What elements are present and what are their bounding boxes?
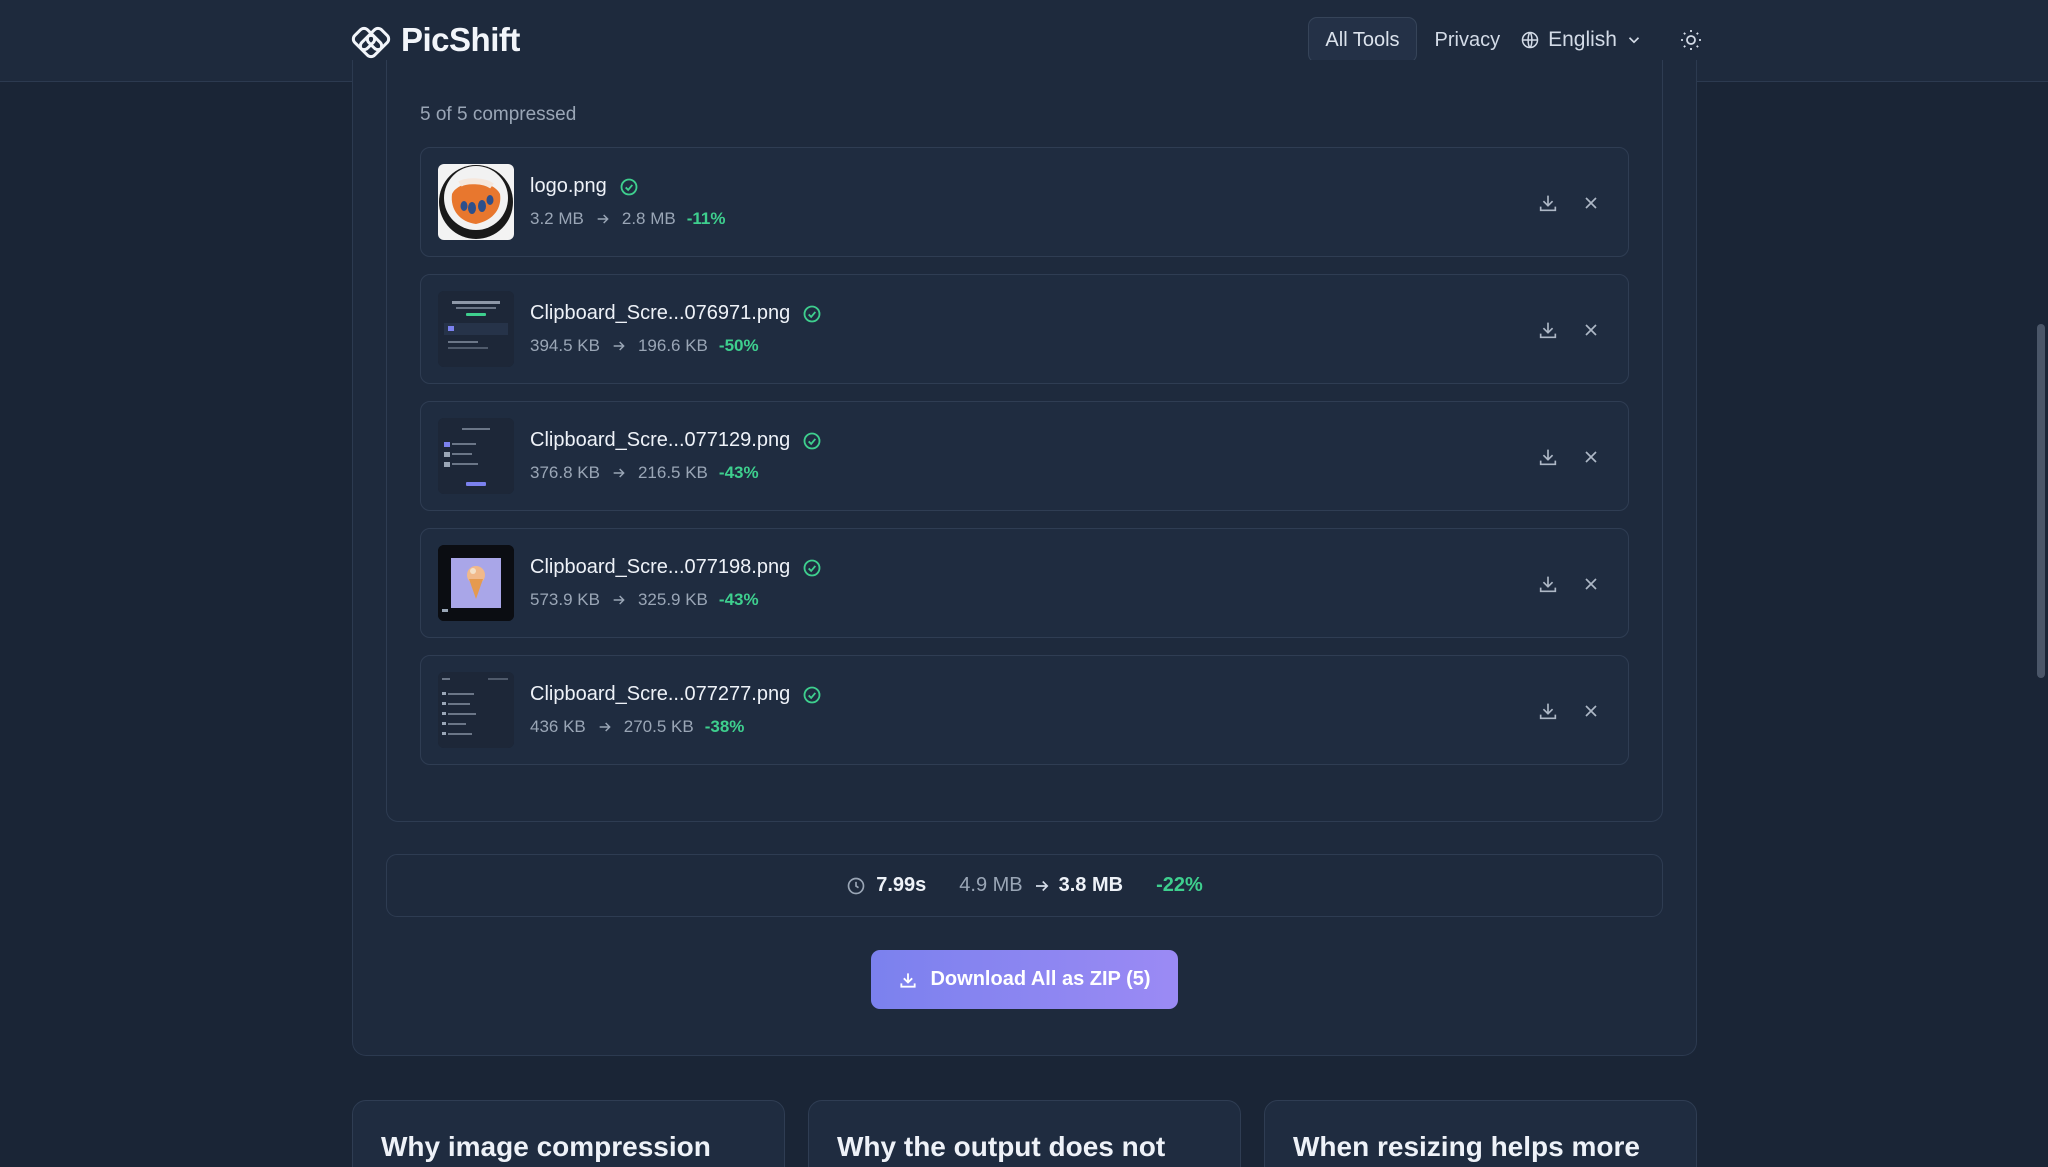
clock-icon <box>847 877 865 894</box>
remove-file-button[interactable] <box>1579 572 1603 596</box>
close-icon <box>1585 578 1597 590</box>
faq-card-title: Why the output does not <box>837 1131 1166 1162</box>
file-thumbnail <box>438 545 514 621</box>
download-file-button[interactable] <box>1536 318 1560 342</box>
reduction-percent: -50% <box>718 336 759 355</box>
file-row: Clipboard_Scre...076971.png 394.5 KB 196… <box>420 274 1629 384</box>
file-row: Clipboard_Scre...077277.png 436 KB 270.5… <box>420 655 1629 765</box>
check-circle-icon <box>620 178 638 195</box>
theme-toggle-button[interactable] <box>1679 28 1703 52</box>
main-nav: All Tools Privacy English <box>1308 17 1703 63</box>
remove-file-button[interactable] <box>1579 191 1603 215</box>
faq-card-title: Why image compression <box>381 1131 711 1162</box>
compressed-size: 270.5 KB <box>623 717 694 736</box>
arrow-right-icon <box>599 722 611 732</box>
sun-icon <box>1681 30 1701 50</box>
reduction-percent: -43% <box>718 590 759 609</box>
arrow-right-icon <box>613 468 625 478</box>
file-size-info: 394.5 KB 196.6 KB -50% <box>530 336 759 356</box>
file-row: Clipboard_Scre...077198.png 573.9 KB 325… <box>420 528 1629 638</box>
file-name: Clipboard_Scre...077198.png <box>530 556 791 578</box>
compressed-size: 216.5 KB <box>637 463 708 482</box>
file-name: logo.png <box>530 175 607 197</box>
elapsed-time: 7.99s <box>876 874 927 896</box>
globe-icon <box>1521 31 1539 49</box>
compressed-size: 196.6 KB <box>637 336 708 355</box>
brand-logo[interactable]: PicShift <box>351 20 520 60</box>
file-size-info: 376.8 KB 216.5 KB -43% <box>530 463 759 483</box>
reduction-percent: -43% <box>718 463 759 482</box>
arrow-right-icon <box>1035 880 1049 891</box>
chevron-down-icon <box>1628 37 1640 44</box>
file-size-info: 436 KB 270.5 KB -38% <box>530 717 744 737</box>
file-thumbnail <box>438 418 514 494</box>
total-compressed-size: 3.8 MB <box>1058 874 1124 896</box>
file-row: logo.png 3.2 MB 2.8 MB -11% <box>420 147 1629 257</box>
total-original-size: 4.9 MB <box>959 874 1023 896</box>
file-size-info: 573.9 KB 325.9 KB -43% <box>530 590 759 610</box>
nav-all-tools-button[interactable]: All Tools <box>1308 17 1417 63</box>
picshift-logo-icon <box>351 26 391 59</box>
arrow-right-icon <box>613 595 625 605</box>
compressed-size: 2.8 MB <box>621 209 676 228</box>
faq-card: Why the output does not <box>808 1100 1241 1167</box>
remove-file-button[interactable] <box>1579 445 1603 469</box>
file-row: Clipboard_Scre...077129.png 376.8 KB 216… <box>420 401 1629 511</box>
remove-file-button[interactable] <box>1579 318 1603 342</box>
download-all-zip-button[interactable]: Download All as ZIP (5) <box>871 950 1178 1009</box>
file-size-info: 3.2 MB 2.8 MB -11% <box>530 209 725 229</box>
download-icon <box>1539 703 1557 720</box>
compressed-count: 5 of 5 compressed <box>420 104 577 125</box>
faq-card: Why image compression <box>352 1100 785 1167</box>
nav-privacy-link[interactable]: Privacy <box>1423 29 1513 52</box>
download-icon <box>1539 576 1557 593</box>
remove-file-button[interactable] <box>1579 699 1603 723</box>
download-all-label: Download All as ZIP (5) <box>930 968 1151 990</box>
compression-summary: 7.99s 4.9 MB 3.8 MB -22% <box>386 854 1663 917</box>
compressed-size: 325.9 KB <box>637 590 708 609</box>
close-icon <box>1585 451 1597 463</box>
close-icon <box>1585 324 1597 336</box>
download-icon <box>1539 322 1557 339</box>
arrow-right-icon <box>597 214 609 224</box>
language-label: English <box>1548 28 1617 51</box>
file-thumbnail <box>438 164 514 240</box>
reduction-percent: -38% <box>704 717 745 736</box>
close-icon <box>1585 705 1597 717</box>
check-circle-icon <box>803 432 821 449</box>
download-icon <box>1539 449 1557 466</box>
original-size: 376.8 KB <box>530 463 600 482</box>
original-size: 436 KB <box>530 717 586 736</box>
download-file-button[interactable] <box>1536 191 1560 215</box>
close-icon <box>1585 197 1597 209</box>
download-icon <box>1539 195 1557 212</box>
page-scrollbar[interactable] <box>2034 82 2048 1167</box>
original-size: 573.9 KB <box>530 590 600 609</box>
check-circle-icon <box>803 686 821 703</box>
file-name: Clipboard_Scre...077277.png <box>530 683 791 705</box>
total-reduction-percent: -22% <box>1156 874 1203 896</box>
download-icon <box>900 972 917 988</box>
check-circle-icon <box>803 305 821 322</box>
faq-card-title: When resizing helps more <box>1293 1131 1640 1162</box>
check-circle-icon <box>803 559 821 576</box>
download-file-button[interactable] <box>1536 572 1560 596</box>
file-name: Clipboard_Scre...077129.png <box>530 429 791 451</box>
original-size: 3.2 MB <box>530 209 584 228</box>
brand-name: PicShift <box>401 21 520 58</box>
file-thumbnail <box>438 291 514 367</box>
file-thumbnail <box>438 672 514 748</box>
file-name: Clipboard_Scre...076971.png <box>530 302 791 324</box>
faq-card: When resizing helps more <box>1264 1100 1697 1167</box>
language-selector[interactable]: English <box>1512 28 1651 52</box>
arrow-right-icon <box>613 341 625 351</box>
download-file-button[interactable] <box>1536 445 1560 469</box>
original-size: 394.5 KB <box>530 336 600 355</box>
scrollbar-thumb[interactable] <box>2037 324 2045 678</box>
download-file-button[interactable] <box>1536 699 1560 723</box>
reduction-percent: -11% <box>686 209 726 228</box>
